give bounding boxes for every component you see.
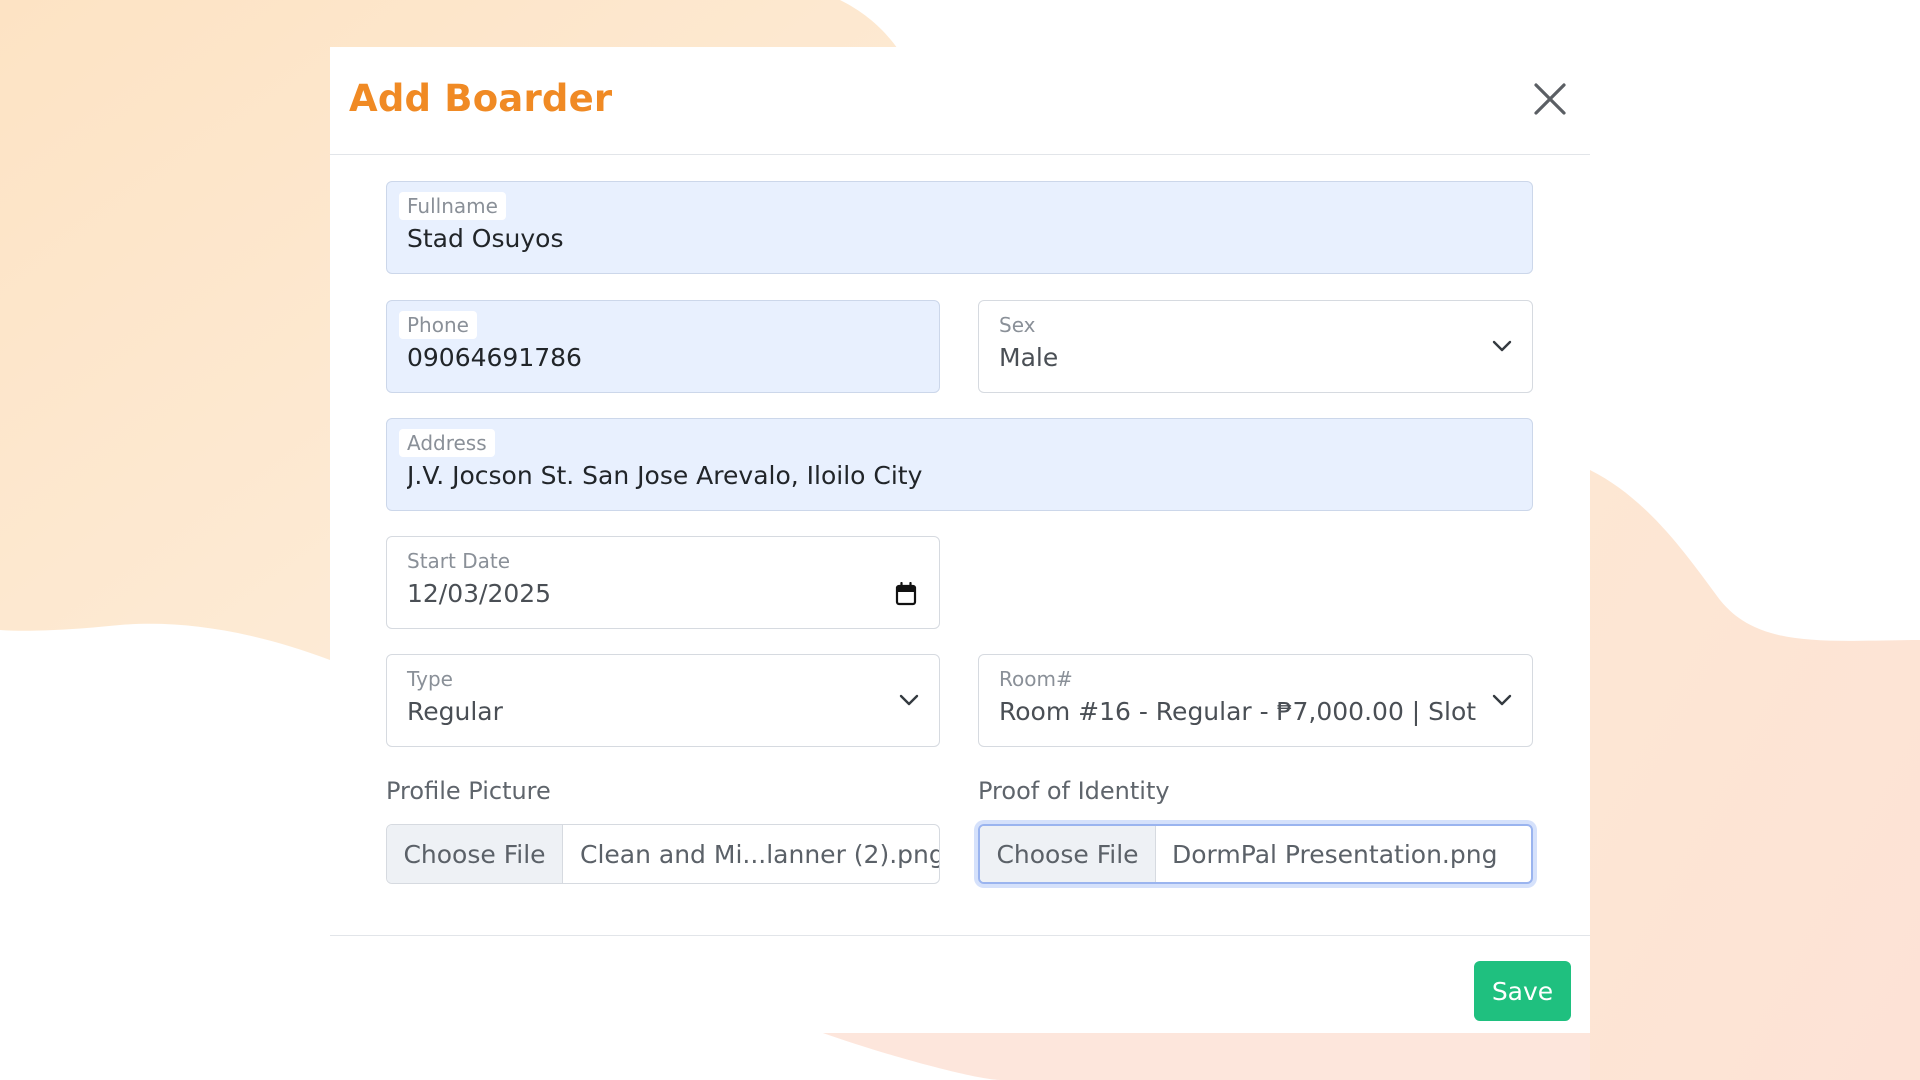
profile-picture-choose-file-button[interactable]: Choose File	[387, 825, 563, 883]
save-button[interactable]: Save	[1474, 961, 1571, 1021]
sex-label: Sex	[999, 313, 1036, 337]
proof-of-identity-file-name: DormPal Presentation.png	[1172, 839, 1498, 869]
proof-of-identity-label: Proof of Identity	[978, 777, 1170, 805]
wave-bottom	[820, 1032, 1590, 1080]
chevron-down-icon	[1492, 694, 1512, 706]
type-label: Type	[407, 667, 453, 691]
phone-label: Phone	[399, 311, 477, 339]
address-label: Address	[399, 429, 495, 457]
phone-input[interactable]: 09064691786	[407, 343, 582, 372]
modal-title: Add Boarder	[349, 77, 613, 120]
profile-picture-file-name: Clean and Mi...lanner (2).png	[580, 839, 940, 869]
start-date-input[interactable]: 12/03/2025	[407, 579, 551, 608]
proof-of-identity-file-input[interactable]: Choose File DormPal Presentation.png	[978, 824, 1533, 884]
fullname-label: Fullname	[399, 192, 506, 220]
type-value: Regular	[407, 697, 503, 726]
address-input[interactable]: J.V. Jocson St. San Jose Arevalo, Iloilo…	[407, 461, 922, 490]
profile-picture-label: Profile Picture	[386, 777, 551, 805]
proof-of-identity-choose-file-button[interactable]: Choose File	[980, 826, 1156, 882]
chevron-down-icon	[899, 694, 919, 706]
address-field[interactable]: Address J.V. Jocson St. San Jose Arevalo…	[386, 418, 1533, 511]
chevron-down-icon	[1492, 340, 1512, 352]
type-select[interactable]: Type Regular	[386, 654, 940, 747]
close-button[interactable]	[1528, 77, 1572, 121]
wave-right	[1590, 470, 1920, 1080]
room-select[interactable]: Room# Room #16 - Regular - ₱7,000.00 | S…	[978, 654, 1533, 747]
profile-picture-file-input[interactable]: Choose File Clean and Mi...lanner (2).pn…	[386, 824, 940, 884]
sex-value: Male	[999, 343, 1059, 372]
room-label: Room#	[999, 667, 1073, 691]
sex-select[interactable]: Sex Male	[978, 300, 1533, 393]
add-boarder-modal: Add Boarder Fullname Stad Osuyos Phone 0…	[330, 47, 1590, 1033]
start-date-field[interactable]: Start Date 12/03/2025	[386, 536, 940, 629]
room-value: Room #16 - Regular - ₱7,000.00 | Slots A	[999, 697, 1477, 726]
modal-header: Add Boarder	[330, 47, 1590, 155]
start-date-label: Start Date	[407, 549, 511, 573]
fullname-field[interactable]: Fullname Stad Osuyos	[386, 181, 1533, 274]
fullname-input[interactable]: Stad Osuyos	[407, 224, 563, 253]
calendar-icon[interactable]	[895, 582, 917, 606]
close-icon	[1534, 83, 1566, 115]
phone-field[interactable]: Phone 09064691786	[386, 300, 940, 393]
footer-divider	[330, 935, 1590, 936]
